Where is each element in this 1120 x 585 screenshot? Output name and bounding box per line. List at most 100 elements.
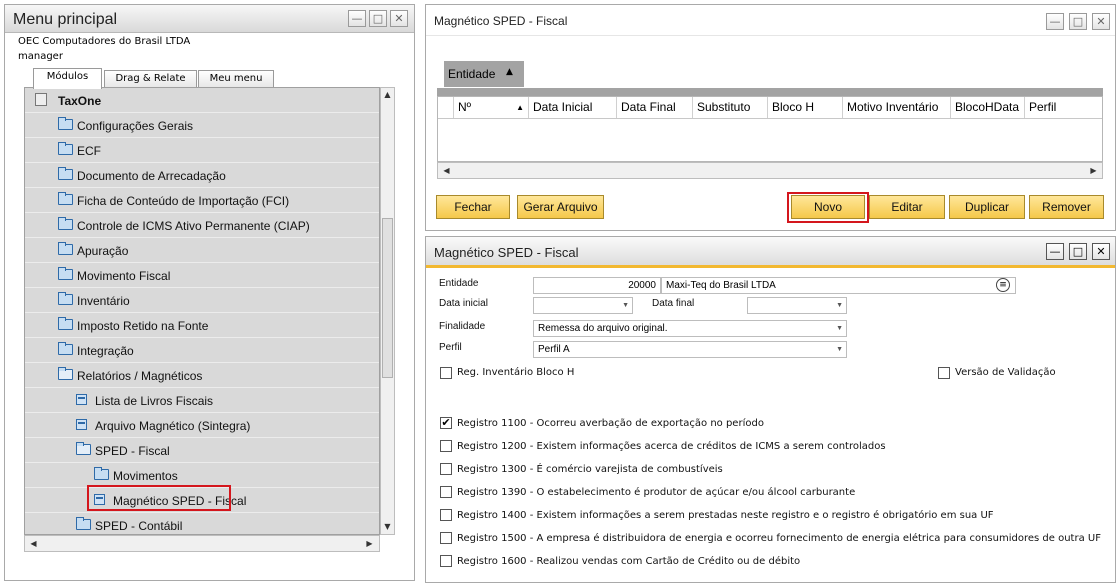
chevron-down-icon[interactable]: ▼: [836, 298, 843, 313]
tree-item-label: Ficha de Conteúdo de Importação (FCI): [77, 194, 290, 208]
close-icon[interactable]: ✕: [1092, 243, 1110, 260]
column-header-blocohdata[interactable]: BlocoHData: [951, 97, 1025, 118]
tree-item-documento-arrecadacao[interactable]: Documento de Arrecadação: [25, 163, 379, 188]
tree-item-sped-fiscal[interactable]: SPED - Fiscal: [25, 438, 379, 463]
tab-drag-relate[interactable]: Drag & Relate: [104, 70, 197, 88]
registro-1200-checkbox[interactable]: [440, 440, 452, 452]
minimize-icon[interactable]: —: [1046, 13, 1064, 30]
registro-1500-checkbox[interactable]: [440, 532, 452, 544]
gerar-arquivo-button[interactable]: Gerar Arquivo: [517, 195, 604, 219]
column-header-perfil[interactable]: Perfil: [1025, 97, 1102, 118]
registro-1390-checkbox[interactable]: [440, 486, 452, 498]
main-menu-titlebar[interactable]: Menu principal — □ ✕: [5, 5, 414, 33]
close-icon[interactable]: ✕: [390, 10, 408, 27]
sped-grid: Nº ▲ Data Inicial Data Final Substituto B…: [437, 96, 1103, 162]
tab-modulos[interactable]: Módulos: [33, 68, 102, 89]
registro-1200-label: Registro 1200 - Existem informações acer…: [457, 441, 886, 452]
tree-item-label: ECF: [77, 144, 101, 158]
tree-item-configuracoes-gerais[interactable]: Configurações Gerais: [25, 113, 379, 138]
finalidade-select[interactable]: Remessa do arquivo original. ▼: [533, 320, 847, 337]
duplicar-button[interactable]: Duplicar: [949, 195, 1025, 219]
minimize-icon[interactable]: —: [348, 10, 366, 27]
tree-item-relatorios-magneticos[interactable]: Relatórios / Magnéticos: [25, 363, 379, 388]
scroll-left-icon[interactable]: ◀: [27, 537, 40, 551]
registro-1100-checkbox[interactable]: ✔: [440, 417, 452, 429]
registro-1400-checkbox[interactable]: [440, 509, 452, 521]
editar-button[interactable]: Editar: [869, 195, 945, 219]
column-label: Nº: [458, 100, 472, 114]
calculator-icon: [35, 93, 47, 106]
sped-list-titlebar[interactable]: Magnético SPED - Fiscal — □ ✕: [426, 5, 1115, 36]
tree-vertical-scrollbar[interactable]: ▲ ▼: [380, 87, 395, 535]
scroll-right-icon[interactable]: ▶: [363, 537, 376, 551]
tree-item-label: Apuração: [77, 244, 129, 258]
tree-item-label: Inventário: [77, 294, 130, 308]
scroll-up-icon[interactable]: ▲: [381, 88, 394, 102]
sped-form-titlebar[interactable]: Magnético SPED - Fiscal — □ ✕: [426, 237, 1115, 267]
tree-item-label: Relatórios / Magnéticos: [77, 369, 203, 383]
tree-item-fci[interactable]: Ficha de Conteúdo de Importação (FCI): [25, 188, 379, 213]
menu-tabs: Módulos Drag & Relate Meu menu: [24, 68, 394, 89]
registro-1300-checkbox[interactable]: [440, 463, 452, 475]
remover-button[interactable]: Remover: [1029, 195, 1104, 219]
tree-item-ciap[interactable]: Controle de ICMS Ativo Permanente (CIAP): [25, 213, 379, 238]
tree-item-taxone[interactable]: TaxOne: [25, 88, 379, 113]
column-header-substituto[interactable]: Substituto: [693, 97, 768, 118]
tree-item-label: SPED - Fiscal: [95, 444, 170, 458]
group-by-header[interactable]: Entidade ▲: [444, 61, 524, 87]
tree-item-label: Configurações Gerais: [77, 119, 194, 133]
scroll-left-icon[interactable]: ◀: [440, 164, 453, 178]
data-inicial-label: Data inicial: [439, 298, 488, 309]
sped-list-title: Magnético SPED - Fiscal: [434, 14, 568, 28]
column-header-data-final[interactable]: Data Final: [617, 97, 693, 118]
scroll-right-icon[interactable]: ▶: [1087, 164, 1100, 178]
scroll-thumb[interactable]: [382, 218, 393, 378]
tree-item-lista-livros-fiscais[interactable]: Lista de Livros Fiscais: [25, 388, 379, 413]
entidade-name-field[interactable]: Maxi-Teq do Brasil LTDA: [661, 277, 1016, 294]
tree-item-integracao[interactable]: Integração: [25, 338, 379, 363]
tree-item-arquivo-sintegra[interactable]: Arquivo Magnético (Sintegra): [25, 413, 379, 438]
list-picker-icon[interactable]: ≡: [996, 278, 1010, 292]
folder-icon: [58, 317, 73, 330]
tree-item-imposto-retido[interactable]: Imposto Retido na Fonte: [25, 313, 379, 338]
maximize-icon[interactable]: □: [1069, 243, 1087, 260]
data-inicial-field[interactable]: ▼: [533, 297, 633, 314]
scroll-down-icon[interactable]: ▼: [381, 520, 394, 534]
folder-open-icon: [58, 367, 73, 380]
column-header-motivo-inventario[interactable]: Motivo Inventário: [843, 97, 951, 118]
tree-item-label: Documento de Arrecadação: [77, 169, 226, 183]
column-header-bloco-h[interactable]: Bloco H: [768, 97, 843, 118]
chevron-down-icon[interactable]: ▼: [836, 321, 843, 336]
folder-icon: [58, 142, 73, 155]
folder-icon: [58, 267, 73, 280]
grid-row-selector: [438, 97, 454, 118]
close-icon[interactable]: ✕: [1092, 13, 1110, 30]
grid-horizontal-scrollbar[interactable]: ◀ ▶: [437, 162, 1103, 179]
tree-item-inventario[interactable]: Inventário: [25, 288, 379, 313]
tree-item-movimento-fiscal[interactable]: Movimento Fiscal: [25, 263, 379, 288]
tree-item-label: Lista de Livros Fiscais: [95, 394, 214, 408]
maximize-icon[interactable]: □: [369, 10, 387, 27]
chevron-down-icon[interactable]: ▼: [622, 298, 629, 313]
tree-horizontal-scrollbar[interactable]: ◀ ▶: [24, 535, 380, 552]
company-name: OEC Computadores do Brasil LTDA: [18, 36, 191, 47]
entidade-code-field[interactable]: 20000: [533, 277, 661, 294]
versao-validacao-checkbox[interactable]: [938, 367, 950, 379]
data-final-field[interactable]: ▼: [747, 297, 847, 314]
tree-item-ecf[interactable]: ECF: [25, 138, 379, 163]
tab-meu-menu[interactable]: Meu menu: [198, 70, 274, 88]
tree-item-apuracao[interactable]: Apuração: [25, 238, 379, 263]
tree-item-label: SPED - Contábil: [95, 519, 183, 533]
registro-1600-checkbox[interactable]: [440, 555, 452, 567]
chevron-down-icon[interactable]: ▼: [836, 342, 843, 357]
perfil-select[interactable]: Perfil A ▼: [533, 341, 847, 358]
maximize-icon[interactable]: □: [1069, 13, 1087, 30]
registro-1600-label: Registro 1600 - Realizou vendas com Cart…: [457, 556, 801, 567]
tree-item-sped-contabil[interactable]: SPED - Contábil: [25, 513, 379, 534]
minimize-icon[interactable]: —: [1046, 243, 1064, 260]
fechar-button[interactable]: Fechar: [436, 195, 510, 219]
column-header-numero[interactable]: Nº ▲: [454, 97, 529, 118]
column-header-data-inicial[interactable]: Data Inicial: [529, 97, 617, 118]
reg-inventario-checkbox[interactable]: [440, 367, 452, 379]
tree-item-label: Arquivo Magnético (Sintegra): [95, 419, 251, 433]
